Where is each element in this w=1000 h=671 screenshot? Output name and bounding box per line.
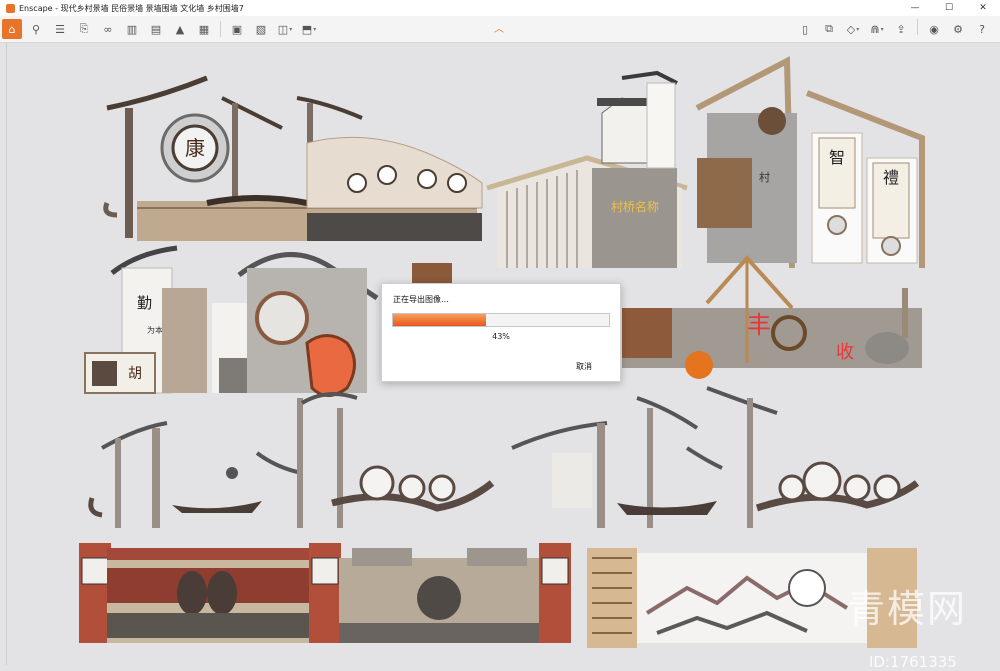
sign-village-rules: 村: [759, 170, 770, 184]
title-bar: Enscape - 现代乡村景墙 民俗景墙 景墙围墙 文化墙 乡村围墙7 — ☐…: [0, 0, 1000, 16]
landscape-wall-7: [88, 392, 495, 528]
export-progress-dialog: 正在导出图像… 43% 取消: [381, 283, 621, 382]
sign-shou: 收: [836, 342, 854, 363]
sign-li: 禮: [883, 168, 899, 187]
sign-feng: 丰: [747, 311, 771, 339]
landscape-wall-2: 村桥名称: [486, 70, 688, 268]
landscape-wall-3: 村 智 禮: [695, 56, 925, 269]
map-icon[interactable]: ▯: [795, 19, 815, 39]
cube-icon[interactable]: ◇ ▾: [843, 19, 863, 39]
material-icon[interactable]: ⋒ ▾: [867, 19, 887, 39]
sign-hu: 胡: [128, 366, 142, 382]
image-icon[interactable]: ▲: [170, 19, 190, 39]
collapse-toolbar-chevron-icon[interactable]: ︿: [494, 20, 504, 35]
assets-icon[interactable]: ⧉: [819, 19, 839, 39]
progress-bar: [392, 313, 610, 327]
upload-icon[interactable]: ⇪: [891, 19, 911, 39]
window-title: Enscape - 现代乡村景墙 民俗景墙 景墙围墙 文化墙 乡村围墙7: [19, 3, 244, 13]
sign-village-bridge: 村桥名称: [611, 199, 659, 214]
eye-icon[interactable]: ◉: [924, 19, 944, 39]
progress-fill: [393, 314, 486, 326]
sign-wei-ben: 为本: [147, 325, 163, 335]
close-button[interactable]: ✕: [966, 0, 1000, 16]
home-icon[interactable]: ⌂: [2, 19, 22, 39]
buildings-icon[interactable]: ▤: [146, 19, 166, 39]
cancel-button[interactable]: 取消: [576, 361, 592, 372]
binoculars-icon[interactable]: ∞: [98, 19, 118, 39]
bim-icon[interactable]: ☰: [50, 19, 70, 39]
location-icon[interactable]: ⚲: [26, 19, 46, 39]
progress-percent: 43%: [492, 332, 510, 341]
export-icon[interactable]: ⎘: [74, 19, 94, 39]
watermark-logo: 青模网: [846, 587, 967, 631]
sign-zhi: 智: [829, 148, 845, 167]
settings-icon[interactable]: ⚙: [948, 19, 968, 39]
sign-kang: 康: [185, 136, 205, 160]
dialog-title: 正在导出图像…: [393, 295, 449, 304]
sign-qin: 勤: [137, 294, 152, 312]
screenshot-icon[interactable]: ▣: [227, 19, 247, 39]
toolbar-separator: [917, 19, 918, 35]
landscape-wall-9: [79, 543, 571, 643]
panorama-icon[interactable]: ◫ ▾: [275, 19, 295, 39]
building-icon[interactable]: ▥: [122, 19, 142, 39]
watermark-id: ID:1761335: [869, 653, 957, 671]
landscape-wall-4: 勤 为本 胡: [84, 245, 269, 394]
batch-render-icon[interactable]: ▧: [251, 19, 271, 39]
toolbar-right-group: ▯ ⧉ ◇ ▾ ⋒ ▾ ⇪ ◉ ⚙ ?: [793, 19, 994, 39]
help-icon[interactable]: ?: [972, 19, 992, 39]
landscape-wall-1: 康: [103, 75, 483, 241]
landscape-wall-8: [511, 386, 920, 528]
clapper-icon[interactable]: ▦: [194, 19, 214, 39]
enscape-logo-icon: [6, 3, 15, 13]
landscape-wall-6: 丰 收: [622, 255, 922, 379]
toolbar-separator: [220, 21, 221, 37]
maximize-button[interactable]: ☐: [932, 0, 966, 16]
minimize-button[interactable]: —: [898, 0, 932, 16]
exe-export-icon[interactable]: ⬒ ▾: [299, 19, 319, 39]
